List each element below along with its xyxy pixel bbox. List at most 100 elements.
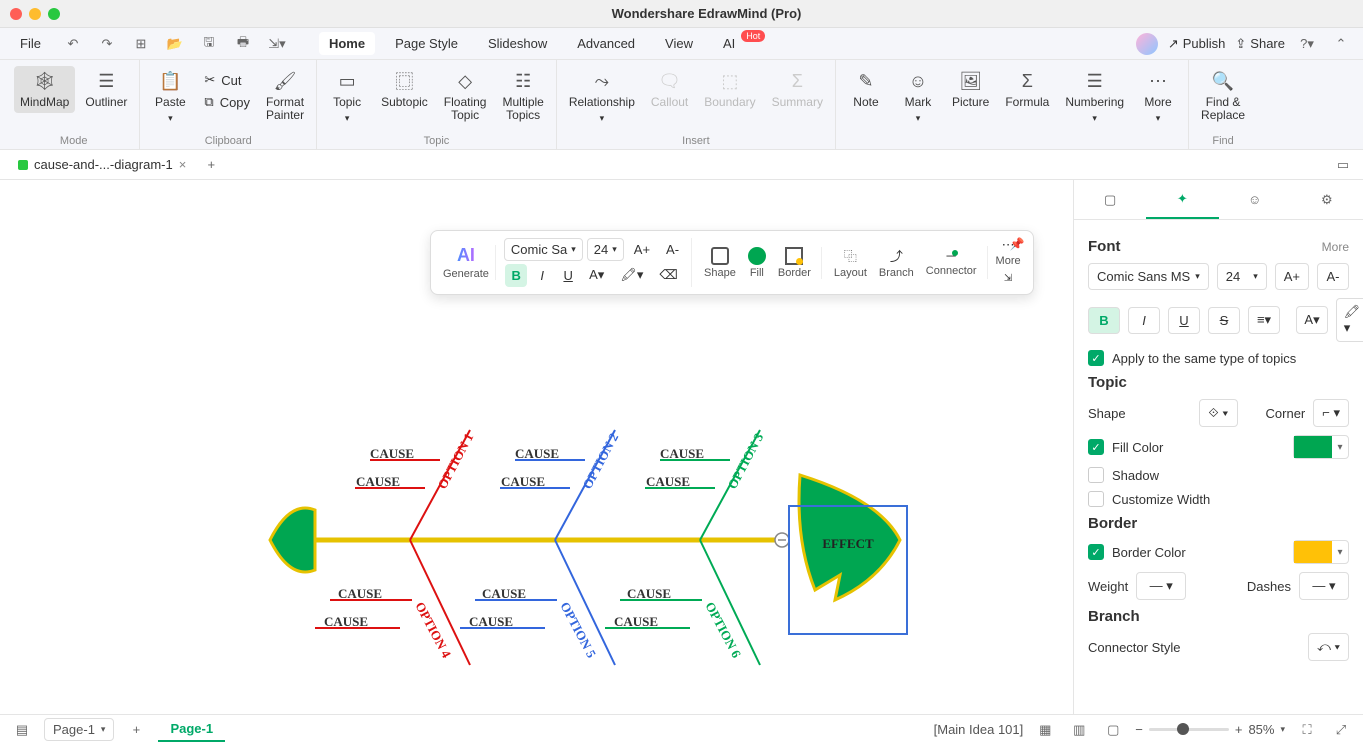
font-family-dropdown[interactable]: Comic Sans MS▾	[1088, 263, 1209, 290]
share-button[interactable]: ⇪Share	[1235, 36, 1285, 52]
more-button[interactable]: ⋯More▾	[1134, 66, 1182, 128]
shape-dropdown[interactable]: ⟐ ▾	[1199, 399, 1237, 427]
menu-page-style[interactable]: Page Style	[385, 32, 468, 55]
connector-style-dropdown[interactable]: ⤺ ▾	[1308, 633, 1349, 661]
font-size-select[interactable]: 24▾	[587, 238, 624, 261]
zoom-out-button[interactable]: −	[1135, 722, 1143, 737]
cut-button[interactable]: ✂Cut	[198, 70, 256, 90]
font-more-link[interactable]: More	[1322, 240, 1349, 254]
more-float-button[interactable]: More	[996, 255, 1021, 267]
pin-icon[interactable]: 📌	[1010, 237, 1025, 251]
fill-color-swatch[interactable]: ▾	[1293, 435, 1349, 459]
window-close-icon[interactable]	[10, 8, 22, 20]
shape-button[interactable]: Shape	[704, 267, 736, 279]
highlight-button[interactable]: 🖍▾	[614, 263, 649, 287]
collapse-ribbon-icon[interactable]: ⌃	[1329, 32, 1353, 56]
format-painter-button[interactable]: 🖌Format Painter	[260, 66, 310, 126]
menu-home[interactable]: Home	[319, 32, 375, 55]
floating-topic-button[interactable]: ◇Floating Topic	[438, 66, 493, 126]
page-list-icon[interactable]: ▤	[10, 718, 34, 742]
rpanel-tab-style[interactable]: ✦	[1146, 180, 1218, 219]
fill-color-checkbox[interactable]: ✓	[1088, 439, 1104, 455]
italic-chip[interactable]: I	[1128, 307, 1160, 334]
menu-view[interactable]: View	[655, 32, 703, 55]
dashes-dropdown[interactable]: — ▾	[1299, 572, 1349, 600]
italic-button[interactable]: I	[531, 264, 553, 287]
export-icon[interactable]: ⇲▾	[265, 32, 289, 56]
close-tab-icon[interactable]: ×	[179, 157, 187, 172]
font-family-select[interactable]: Comic Sa▾	[504, 238, 583, 261]
redo-icon[interactable]: ↷	[95, 32, 119, 56]
rpanel-tab-page[interactable]: ▢	[1074, 180, 1146, 219]
shadow-checkbox[interactable]	[1088, 467, 1104, 483]
underline-button[interactable]: U	[557, 264, 579, 287]
strike-chip[interactable]: S	[1208, 307, 1240, 334]
mindmap-mode-button[interactable]: 🕸MindMap	[14, 66, 75, 113]
customize-width-checkbox[interactable]	[1088, 491, 1104, 507]
page-tab[interactable]: Page-1	[158, 717, 225, 742]
zoom-in-button[interactable]: +	[1235, 722, 1243, 737]
user-avatar[interactable]	[1136, 33, 1158, 55]
menu-slideshow[interactable]: Slideshow	[478, 32, 557, 55]
copy-button[interactable]: ⧉Copy	[198, 92, 256, 112]
view-mode-1-icon[interactable]: ▦	[1033, 718, 1057, 742]
print-icon[interactable]: 🖶	[231, 32, 255, 56]
relationship-button[interactable]: ⤳Relationship▾	[563, 66, 641, 128]
undo-icon[interactable]: ↶	[61, 32, 85, 56]
zoom-slider[interactable]	[1149, 728, 1229, 731]
highlight-chip[interactable]: 🖍▾	[1336, 298, 1363, 342]
add-tab-button[interactable]: +	[200, 154, 222, 176]
save-icon[interactable]: 🖫	[197, 32, 221, 56]
fullscreen-icon[interactable]: ⤢	[1329, 718, 1353, 742]
outliner-mode-button[interactable]: ☰Outliner	[79, 66, 133, 113]
help-icon[interactable]: ?▾	[1295, 32, 1319, 56]
fill-button[interactable]: Fill	[750, 267, 764, 279]
zoom-dropdown-icon[interactable]: ▾	[1280, 724, 1285, 735]
paste-button[interactable]: 📋Paste▾	[146, 66, 194, 128]
note-button[interactable]: ✎Note	[842, 66, 890, 113]
border-color-checkbox[interactable]: ✓	[1088, 544, 1104, 560]
border-color-swatch[interactable]: ▾	[1293, 540, 1349, 564]
view-mode-3-icon[interactable]: ▢	[1101, 718, 1125, 742]
fit-page-icon[interactable]: ⛶	[1295, 718, 1319, 742]
increase-font-chip[interactable]: A+	[1275, 263, 1309, 290]
publish-button[interactable]: ↗Publish	[1168, 36, 1226, 52]
weight-dropdown[interactable]: — ▾	[1136, 572, 1186, 600]
underline-chip[interactable]: U	[1168, 307, 1200, 334]
font-size-dropdown[interactable]: 24▾	[1217, 263, 1267, 290]
numbering-button[interactable]: ☰Numbering▾	[1059, 66, 1130, 128]
layout-button[interactable]: Layout	[834, 267, 867, 279]
formula-button[interactable]: ΣFormula	[999, 66, 1055, 113]
font-color-button[interactable]: A▾	[583, 263, 610, 287]
font-color-chip[interactable]: A▾	[1296, 306, 1328, 334]
picture-button[interactable]: 🖼Picture	[946, 66, 995, 113]
page-select[interactable]: Page-1▾	[44, 718, 114, 741]
rpanel-tab-icon[interactable]: ☺	[1219, 180, 1291, 219]
rpanel-tab-settings[interactable]: ⚙	[1291, 180, 1363, 219]
decrease-font-chip[interactable]: A-	[1317, 263, 1349, 290]
increase-font-button[interactable]: A+	[628, 238, 656, 261]
canvas[interactable]: 📌 AI Generate Comic Sa▾ 24▾ A+ A- B I U …	[0, 180, 1073, 714]
window-max-icon[interactable]	[48, 8, 60, 20]
clear-format-button[interactable]: ⌫	[653, 263, 683, 287]
connector-button[interactable]: Connector	[926, 265, 977, 277]
multiple-topics-button[interactable]: ☷Multiple Topics	[496, 66, 549, 126]
view-mode-2-icon[interactable]: ▥	[1067, 718, 1091, 742]
align-chip[interactable]: ≡▾	[1248, 306, 1280, 334]
corner-dropdown[interactable]: ⌐ ▾	[1313, 399, 1349, 427]
expand-float-icon[interactable]: ⇲	[997, 269, 1019, 288]
file-tab[interactable]: cause-and-...-diagram-1 ×	[8, 153, 196, 176]
open-icon[interactable]: 📂	[163, 32, 187, 56]
menu-advanced[interactable]: Advanced	[567, 32, 645, 55]
branch-button[interactable]: Branch	[879, 267, 914, 279]
add-page-button[interactable]: +	[124, 718, 148, 742]
topic-button[interactable]: ▭Topic▾	[323, 66, 371, 128]
window-min-icon[interactable]	[29, 8, 41, 20]
border-button[interactable]: Border	[778, 267, 811, 279]
file-menu[interactable]: File	[10, 32, 51, 55]
bold-chip[interactable]: B	[1088, 307, 1120, 334]
mark-button[interactable]: ☺Mark▾	[894, 66, 942, 128]
panel-toggle-icon[interactable]: ▭	[1331, 153, 1355, 177]
apply-same-type-checkbox[interactable]: ✓	[1088, 350, 1104, 366]
subtopic-button[interactable]: ⿴Subtopic	[375, 66, 434, 113]
